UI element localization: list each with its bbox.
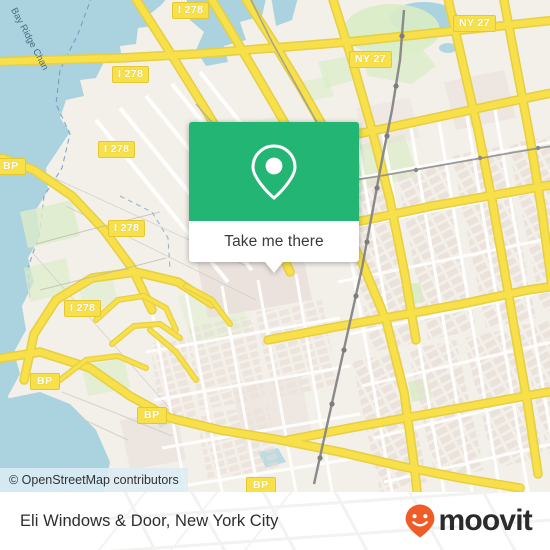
popup-action-panel[interactable]: Take me there [189,221,359,262]
take-me-there-button[interactable]: Take me there [224,233,324,251]
road-shield-i278-mid: I 278 [98,141,136,158]
popup-icon-panel [189,122,359,221]
road-shield-ny27-topright: NY 27 [453,15,496,32]
transit-badge-bp-bottom: BP [137,407,167,424]
moovit-logo[interactable]: moovit [403,503,533,539]
map-pin-icon [251,143,297,200]
transit-badge-bp-lowerleft: BP [30,373,60,390]
moovit-map-screen: Bay Ridge Chan I 278 I 278 NY 27 NY 27 I… [0,0,550,550]
popup-pointer-tail [265,262,283,273]
location-popup-card[interactable]: Take me there [189,122,359,273]
road-shield-i278-mid2: I 278 [108,220,146,237]
transit-badge-bp-left: BP [0,158,26,175]
moovit-smiley-pin-icon [406,504,435,538]
moovit-wordmark: moovit [438,504,532,537]
transit-badge-bp-bottomcenter: BP [246,477,276,492]
road-shield-i278-lower: I 278 [64,300,102,317]
place-title: Eli Windows & Door, New York City [20,511,279,530]
road-shield-i278-top: I 278 [172,2,210,19]
footer-bar: Eli Windows & Door, New York City moovit [0,492,550,550]
map-canvas[interactable]: Bay Ridge Chan I 278 I 278 NY 27 NY 27 I… [0,0,550,492]
osm-attribution[interactable]: © OpenStreetMap contributors [0,468,188,492]
road-shield-i278-upper: I 278 [112,66,150,83]
road-shield-ny27-upper: NY 27 [349,51,392,68]
